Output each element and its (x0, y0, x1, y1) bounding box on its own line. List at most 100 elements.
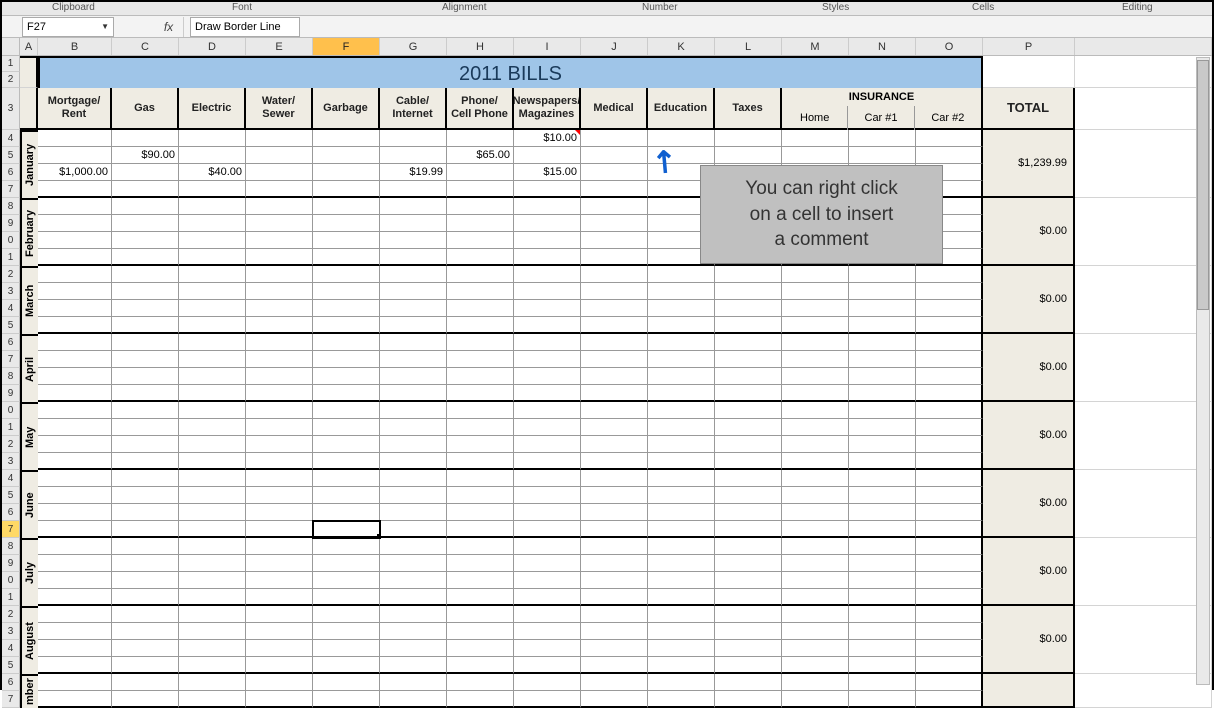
data-cell[interactable] (380, 606, 447, 623)
data-cell[interactable] (916, 623, 983, 640)
data-cell[interactable] (179, 130, 246, 147)
data-cell[interactable] (849, 589, 916, 606)
data-cell[interactable] (179, 657, 246, 674)
data-cell[interactable] (715, 300, 782, 317)
data-cell[interactable] (447, 606, 514, 623)
data-cell[interactable] (313, 538, 380, 555)
data-cell[interactable] (849, 419, 916, 436)
data-cell[interactable] (849, 283, 916, 300)
data-cell[interactable] (38, 147, 112, 164)
data-cell[interactable] (179, 249, 246, 266)
data-cell[interactable] (246, 470, 313, 487)
data-cell[interactable] (715, 470, 782, 487)
data-cell[interactable]: $40.00 (179, 164, 246, 181)
data-cell[interactable] (916, 487, 983, 504)
data-cell[interactable] (38, 385, 112, 402)
data-cell[interactable] (38, 283, 112, 300)
data-cell[interactable] (246, 232, 313, 249)
data-cell[interactable] (112, 130, 179, 147)
data-cell[interactable] (447, 453, 514, 470)
data-cell[interactable] (648, 487, 715, 504)
data-cell[interactable] (380, 589, 447, 606)
data-cell[interactable] (179, 606, 246, 623)
data-cell[interactable] (782, 674, 849, 691)
cell[interactable] (983, 56, 1075, 88)
col-header-K[interactable]: K (648, 38, 715, 55)
data-cell[interactable] (380, 300, 447, 317)
data-cell[interactable] (514, 453, 581, 470)
data-cell[interactable] (112, 283, 179, 300)
data-cell[interactable] (246, 436, 313, 453)
data-cell[interactable] (782, 300, 849, 317)
data-cell[interactable] (38, 640, 112, 657)
data-cell[interactable] (715, 317, 782, 334)
data-cell[interactable] (447, 555, 514, 572)
data-cell[interactable] (313, 674, 380, 691)
data-cell[interactable] (581, 555, 648, 572)
data-cell[interactable] (313, 130, 380, 147)
data-cell[interactable] (313, 215, 380, 232)
formula-bar[interactable]: Draw Border Line (190, 17, 300, 37)
data-cell[interactable] (246, 130, 313, 147)
data-cell[interactable] (179, 521, 246, 538)
data-cell[interactable] (447, 436, 514, 453)
cell[interactable]: Electric (179, 88, 246, 130)
data-cell[interactable] (916, 470, 983, 487)
data-cell[interactable] (38, 674, 112, 691)
data-cell[interactable] (380, 453, 447, 470)
data-cell[interactable] (514, 623, 581, 640)
data-cell[interactable] (179, 317, 246, 334)
data-cell[interactable] (246, 623, 313, 640)
data-cell[interactable] (581, 181, 648, 198)
data-cell[interactable] (648, 436, 715, 453)
data-cell[interactable] (581, 419, 648, 436)
data-cell[interactable] (246, 691, 313, 708)
data-cell[interactable] (648, 572, 715, 589)
data-cell[interactable] (246, 419, 313, 436)
data-cell[interactable] (514, 436, 581, 453)
data-cell[interactable] (514, 249, 581, 266)
data-cell[interactable] (581, 436, 648, 453)
data-cell[interactable] (38, 130, 112, 147)
col-header-G[interactable]: G (380, 38, 447, 55)
data-cell[interactable] (380, 317, 447, 334)
data-cell[interactable] (581, 147, 648, 164)
data-cell[interactable] (38, 351, 112, 368)
data-cell[interactable] (246, 555, 313, 572)
data-cell[interactable] (447, 385, 514, 402)
data-cell[interactable] (782, 504, 849, 521)
data-cell[interactable] (849, 147, 916, 164)
data-cell[interactable] (715, 572, 782, 589)
data-cell[interactable] (313, 453, 380, 470)
data-cell[interactable] (246, 266, 313, 283)
data-cell[interactable] (380, 198, 447, 215)
data-cell[interactable] (246, 504, 313, 521)
fx-icon[interactable]: fx (154, 17, 184, 37)
col-header-O[interactable]: O (916, 38, 983, 55)
data-cell[interactable] (447, 317, 514, 334)
data-cell[interactable] (648, 589, 715, 606)
data-cell[interactable] (715, 385, 782, 402)
data-cell[interactable] (447, 572, 514, 589)
data-cell[interactable] (313, 181, 380, 198)
data-cell[interactable] (447, 521, 514, 538)
data-cell[interactable] (447, 640, 514, 657)
data-cell[interactable] (38, 657, 112, 674)
data-cell[interactable] (112, 300, 179, 317)
data-cell[interactable] (38, 419, 112, 436)
data-cell[interactable] (782, 606, 849, 623)
total-cell[interactable]: $0.00 (983, 198, 1075, 266)
data-cell[interactable] (581, 266, 648, 283)
data-cell[interactable] (648, 385, 715, 402)
data-cell[interactable] (916, 657, 983, 674)
data-cell[interactable] (447, 504, 514, 521)
data-cell[interactable] (246, 300, 313, 317)
data-cell[interactable] (916, 521, 983, 538)
data-cell[interactable] (849, 674, 916, 691)
data-cell[interactable] (648, 640, 715, 657)
data-cell[interactable]: $65.00 (447, 147, 514, 164)
data-cell[interactable] (112, 266, 179, 283)
data-cell[interactable] (581, 368, 648, 385)
data-cell[interactable] (38, 181, 112, 198)
data-cell[interactable] (447, 402, 514, 419)
